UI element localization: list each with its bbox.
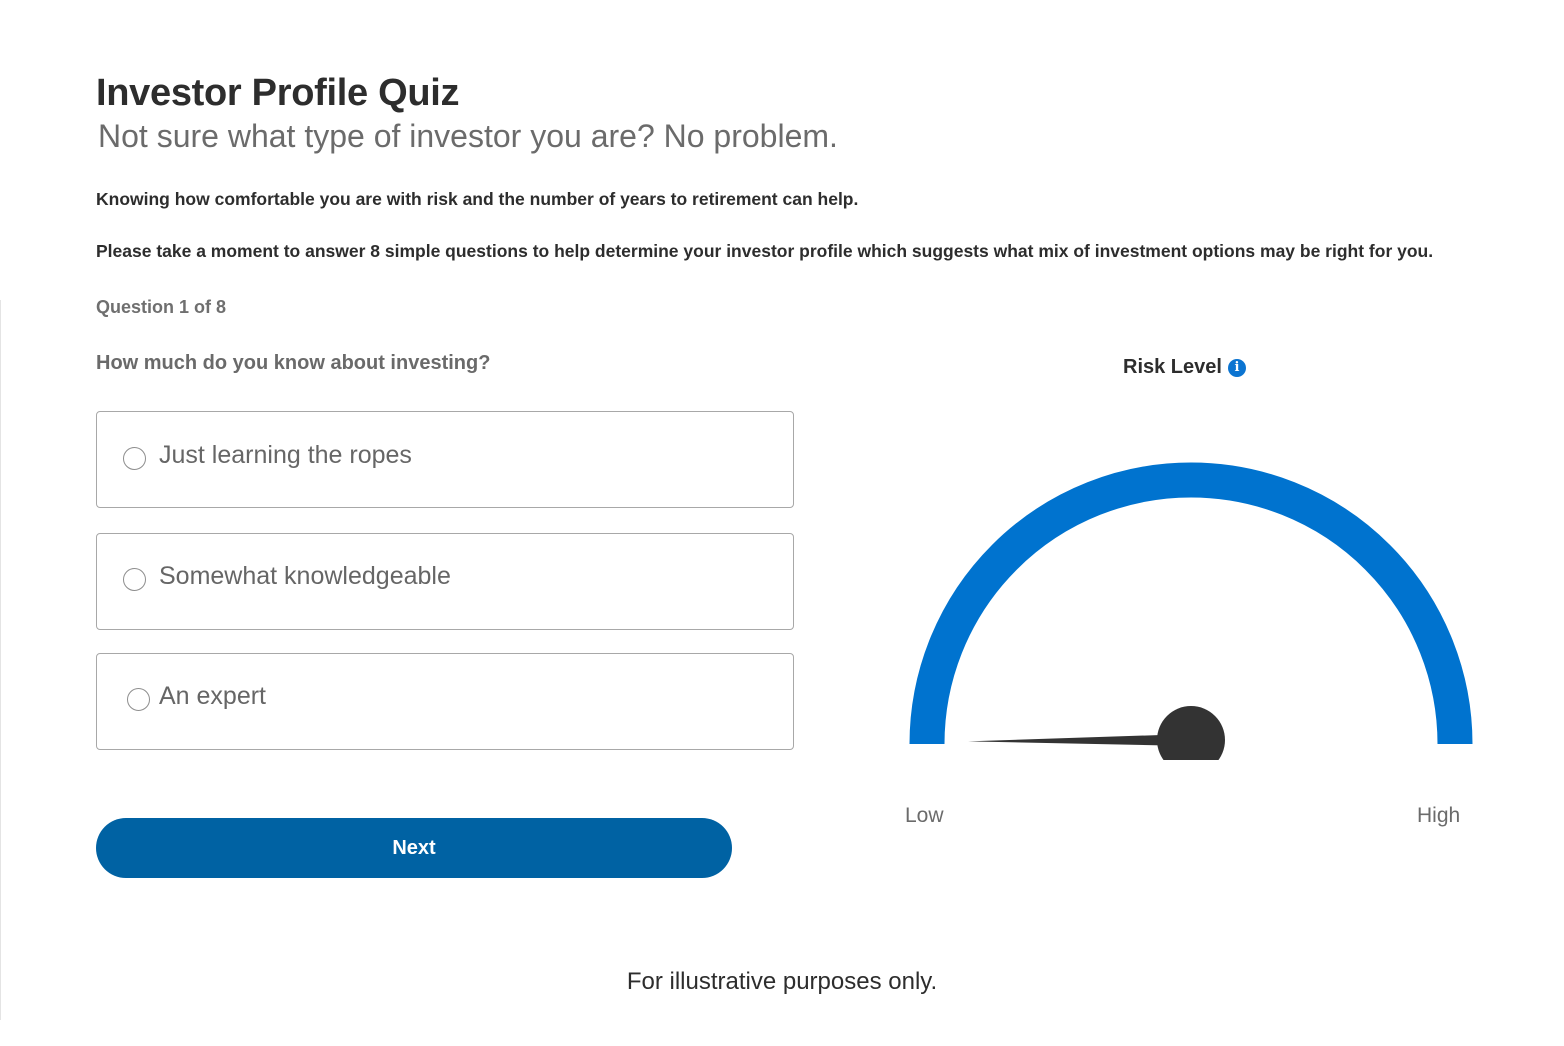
divider bbox=[0, 300, 1, 1020]
option-label: Just learning the ropes bbox=[159, 441, 412, 469]
gauge-low-label: Low bbox=[905, 804, 944, 827]
option-just-learning[interactable]: Just learning the ropes bbox=[96, 411, 794, 508]
page-title: Investor Profile Quiz bbox=[96, 72, 460, 114]
radio-button[interactable] bbox=[123, 447, 146, 470]
info-icon[interactable]: i bbox=[1227, 358, 1246, 377]
option-expert[interactable]: An expert bbox=[96, 653, 794, 750]
quiz-page: Investor Profile Quiz Not sure what type… bbox=[0, 0, 1564, 1046]
gauge-high-label: High bbox=[1417, 804, 1461, 827]
risk-gauge bbox=[909, 462, 1473, 760]
option-label: An expert bbox=[159, 682, 267, 710]
page-subtitle: Not sure what type of investor you are? … bbox=[98, 118, 838, 154]
risk-level-heading: Risk Level i bbox=[1123, 356, 1246, 379]
question-progress: Question 1 of 8 bbox=[96, 297, 227, 317]
radio-button[interactable] bbox=[123, 568, 146, 591]
gauge-arc bbox=[909, 462, 1473, 745]
risk-level-label: Risk Level bbox=[1123, 356, 1222, 378]
next-button[interactable]: Next bbox=[96, 818, 732, 878]
option-label: Somewhat knowledgeable bbox=[159, 562, 451, 590]
radio-button[interactable] bbox=[127, 688, 150, 711]
option-somewhat-knowledgeable[interactable]: Somewhat knowledgeable bbox=[96, 533, 794, 630]
gauge-hub bbox=[1157, 706, 1225, 760]
question-text: How much do you know about investing? bbox=[96, 352, 491, 374]
instructions-text: Please take a moment to answer 8 simple … bbox=[96, 241, 1434, 261]
disclaimer-text: For illustrative purposes only. bbox=[626, 968, 938, 995]
intro-text: Knowing how comfortable you are with ris… bbox=[96, 189, 859, 209]
